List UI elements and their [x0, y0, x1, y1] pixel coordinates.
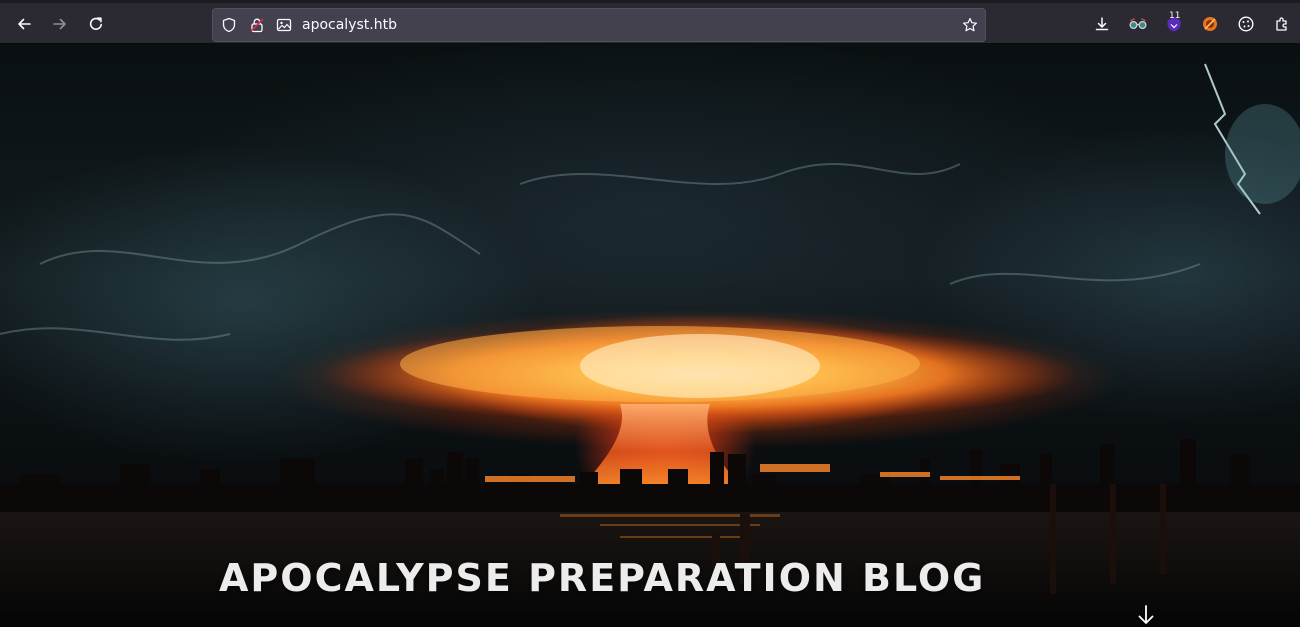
- arrow-left-icon: [18, 18, 31, 30]
- browser-toolbar: apocalyst.htb 11: [0, 0, 1300, 44]
- image-icon: [276, 18, 292, 32]
- extension-button-1[interactable]: [1124, 10, 1152, 38]
- star-icon[interactable]: [962, 17, 978, 33]
- download-icon: [1095, 17, 1109, 31]
- blog-title: APOCALYPSE PREPARATION BLOG: [219, 556, 986, 600]
- reload-icon: [89, 17, 102, 30]
- foxyproxy-extension-icon: [1203, 17, 1217, 31]
- forward-button[interactable]: [46, 10, 74, 38]
- reload-button[interactable]: [82, 10, 110, 38]
- arrow-right-icon: [53, 18, 66, 30]
- notification-badge: 11: [1169, 11, 1181, 21]
- extension-button-3[interactable]: [1196, 10, 1224, 38]
- cookie-icon: [1238, 16, 1254, 32]
- downloads-button[interactable]: [1088, 10, 1116, 38]
- lock-insecure-icon[interactable]: [249, 17, 265, 33]
- url-text[interactable]: apocalyst.htb: [302, 17, 397, 33]
- address-bar[interactable]: apocalyst.htb: [212, 8, 986, 42]
- arrow-down-icon: [1138, 605, 1154, 624]
- scroll-down-button[interactable]: [1136, 604, 1156, 626]
- extension-button-4[interactable]: [1232, 10, 1260, 38]
- glasses-extension-icon: [1129, 18, 1147, 30]
- back-button[interactable]: [10, 10, 38, 38]
- shield-icon[interactable]: [221, 17, 237, 33]
- hero-background-image: [0, 63, 1300, 627]
- puzzle-icon: [1276, 17, 1287, 31]
- hero-section: APOCALYPSE PREPARATION BLOG: [0, 44, 1300, 627]
- extensions-button[interactable]: [1268, 10, 1296, 38]
